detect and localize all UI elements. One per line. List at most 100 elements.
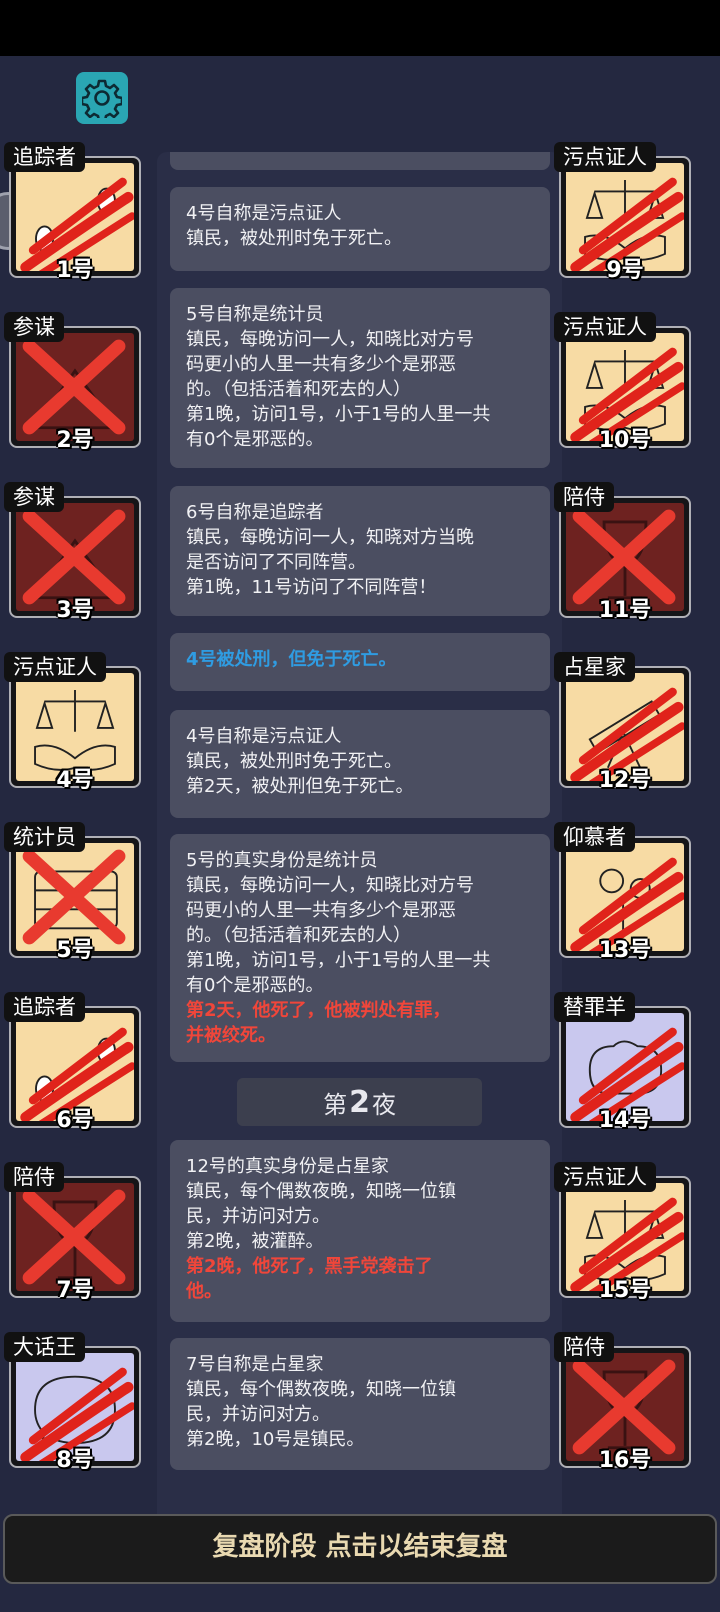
log-death-line: 第2天，他死了，他被判处有罪， (186, 1000, 451, 1021)
log-line: 第2天，被处刑但免于死亡。 (186, 776, 414, 797)
player-card[interactable]: 污点证人 9号 (550, 142, 695, 283)
player-role-tag: 陪侍 (554, 482, 614, 512)
log-line: 第2晚，被灌醉。 (186, 1231, 324, 1252)
log-line: 镇民，每晚访问一人，知晓对方当晚 (186, 527, 474, 548)
log-entry: 12号的真实身份是占星家镇民，每个偶数夜晚，知晓一位镇 民，并访问对方。 第2晚，被… (170, 1140, 550, 1322)
player-role-tag: 污点证人 (554, 1162, 656, 1192)
player-role-tag: 追踪者 (4, 142, 85, 172)
log-line: 镇民，被处刑时免于死亡。 (186, 751, 402, 772)
player-number: 10号 (598, 428, 652, 453)
log-line: 第1晚，访问1号，小于1号的人里一共 (186, 950, 491, 971)
player-number: 4号 (56, 768, 94, 793)
log-death-line: 他。 (186, 1281, 222, 1302)
player-number: 7号 (56, 1278, 94, 1303)
log-line: 镇民，每个偶数夜晚，知晓一位镇 (186, 1379, 456, 1400)
player-card[interactable]: 追踪者 1号 (0, 142, 145, 283)
player-number: 15号 (598, 1278, 652, 1303)
player-number: 5号 (56, 938, 94, 963)
player-role-tag: 仰慕者 (554, 822, 635, 852)
player-card[interactable]: 大话王 8号 (0, 1332, 145, 1473)
log-line: 镇民，每晚访问一人，知晓比对方号 (186, 875, 474, 896)
log-line: 码更小的人里一共有多少个是邪恶 (186, 900, 456, 921)
player-role-tag: 污点证人 (4, 652, 106, 682)
log-line: 民，并访问对方。 (186, 1206, 330, 1227)
night-number: 2 (349, 1084, 370, 1120)
log-line: 5号的真实身份是统计员 (186, 850, 378, 871)
top-status-bar (0, 0, 720, 56)
player-number: 12号 (598, 768, 652, 793)
log-entry: 7号自称是占星家镇民，每个偶数夜晚，知晓一位镇 民，并访问对方。第2晚，10号是镇… (170, 1338, 550, 1470)
log-death-line: 第2晚，他死了，黑手党袭击了 (186, 1256, 433, 1277)
player-role-tag: 统计员 (4, 822, 85, 852)
log-entry: 4号自称是污点证人 镇民，被处刑时免于死亡。 (170, 187, 550, 271)
player-number: 2号 (56, 428, 94, 453)
log-line: 的。（包括活着和死去的人） (186, 379, 411, 400)
log-death-line: 并被绞死。 (186, 1025, 276, 1046)
player-role-tag: 占星家 (554, 652, 635, 682)
player-card[interactable]: 污点证人 4号 (0, 652, 145, 793)
log-line: 码更小的人里一共有多少个是邪恶 (186, 354, 456, 375)
player-number: 9号 (606, 258, 644, 283)
log-entry: 4号被处刑，但免于死亡。 (170, 633, 550, 691)
log-line: 4号自称是污点证人 (186, 726, 342, 747)
log-entry: 6号自称是追踪者镇民，每晚访问一人，知晓对方当晚 是否访问了不同阵营。第1晚，11… (170, 486, 550, 616)
log-entry-partial (170, 152, 550, 170)
log-line: 镇民，被处刑时免于死亡。 (186, 228, 402, 249)
player-card[interactable]: 仰慕者 13号 (550, 822, 695, 963)
log-line: 第2晚，10号是镇民。 (186, 1429, 365, 1450)
end-review-button[interactable]: 复盘阶段 点击以结束复盘 (3, 1514, 717, 1584)
player-number: 8号 (56, 1448, 94, 1473)
gear-icon (82, 79, 122, 118)
settings-button[interactable] (76, 72, 128, 124)
log-entry: 5号的真实身份是统计员镇民，每晚访问一人，知晓比对方号 码更小的人里一共有多少个是… (170, 834, 550, 1062)
log-line: 是否访问了不同阵营。 (186, 552, 366, 573)
player-number: 3号 (56, 598, 94, 623)
player-role-tag: 大话王 (4, 1332, 85, 1362)
log-line: 第1晚，11号访问了不同阵营！ (186, 577, 437, 598)
player-number: 6号 (56, 1108, 94, 1133)
player-card[interactable]: 参谋 3号 (0, 482, 145, 623)
player-role-tag: 陪侍 (554, 1332, 614, 1362)
player-card[interactable]: 污点证人 15号 (550, 1162, 695, 1303)
night-divider: 第2夜 (237, 1078, 482, 1126)
night-prefix: 第 (323, 1090, 348, 1119)
player-card[interactable]: 陪侍 11号 (550, 482, 695, 623)
player-role-tag: 参谋 (4, 482, 64, 512)
player-card[interactable]: 统计员 5号 (0, 822, 145, 963)
log-line: 的。（包括活着和死去的人） (186, 925, 411, 946)
log-line: 民，并访问对方。 (186, 1404, 330, 1425)
player-card[interactable]: 追踪者 6号 (0, 992, 145, 1133)
player-role-tag: 污点证人 (554, 142, 656, 172)
player-role-tag: 追踪者 (4, 992, 85, 1022)
log-line: 5号自称是统计员 (186, 304, 324, 325)
log-line: 有0个是邪恶的。 (186, 975, 324, 996)
player-number: 14号 (598, 1108, 652, 1133)
player-card[interactable]: 陪侍 7号 (0, 1162, 145, 1303)
player-number: 1号 (56, 258, 94, 283)
player-number: 11号 (598, 598, 652, 623)
player-card[interactable]: 占星家 12号 (550, 652, 695, 793)
log-line: 镇民，每个偶数夜晚，知晓一位镇 (186, 1181, 456, 1202)
player-card[interactable]: 污点证人 10号 (550, 312, 695, 453)
player-card[interactable]: 替罪羊 14号 (550, 992, 695, 1133)
log-line: 7号自称是占星家 (186, 1354, 324, 1375)
player-role-tag: 陪侍 (4, 1162, 64, 1192)
log-line: 12号的真实身份是占星家 (186, 1156, 389, 1177)
log-line: 有0个是邪恶的。 (186, 429, 324, 450)
log-entry: 4号自称是污点证人镇民，被处刑时免于死亡。 第2天，被处刑但免于死亡。 (170, 710, 550, 818)
night-suffix: 夜 (371, 1090, 396, 1119)
end-review-label: 复盘阶段 点击以结束复盘 (212, 1532, 508, 1562)
player-number: 16号 (598, 1448, 652, 1473)
player-number: 13号 (598, 938, 652, 963)
player-card[interactable]: 参谋 2号 (0, 312, 145, 453)
player-card[interactable]: 陪侍 16号 (550, 1332, 695, 1473)
log-line: 第1晚，访问1号，小于1号的人里一共 (186, 404, 491, 425)
log-line: 4号被处刑，但免于死亡。 (186, 649, 397, 670)
player-role-tag: 替罪羊 (554, 992, 635, 1022)
player-role-tag: 参谋 (4, 312, 64, 342)
log-line: 镇民，每晚访问一人，知晓比对方号 (186, 329, 474, 350)
log-entry: 5号自称是统计员镇民，每晚访问一人，知晓比对方号 码更小的人里一共有多少个是邪恶的… (170, 288, 550, 468)
game-log-panel[interactable]: 4号自称是污点证人 镇民，被处刑时免于死亡。 5号自称是统计员 镇民，每晚访问一人，知… (157, 152, 562, 1524)
player-role-tag: 污点证人 (554, 312, 656, 342)
log-line: 6号自称是追踪者 (186, 502, 324, 523)
